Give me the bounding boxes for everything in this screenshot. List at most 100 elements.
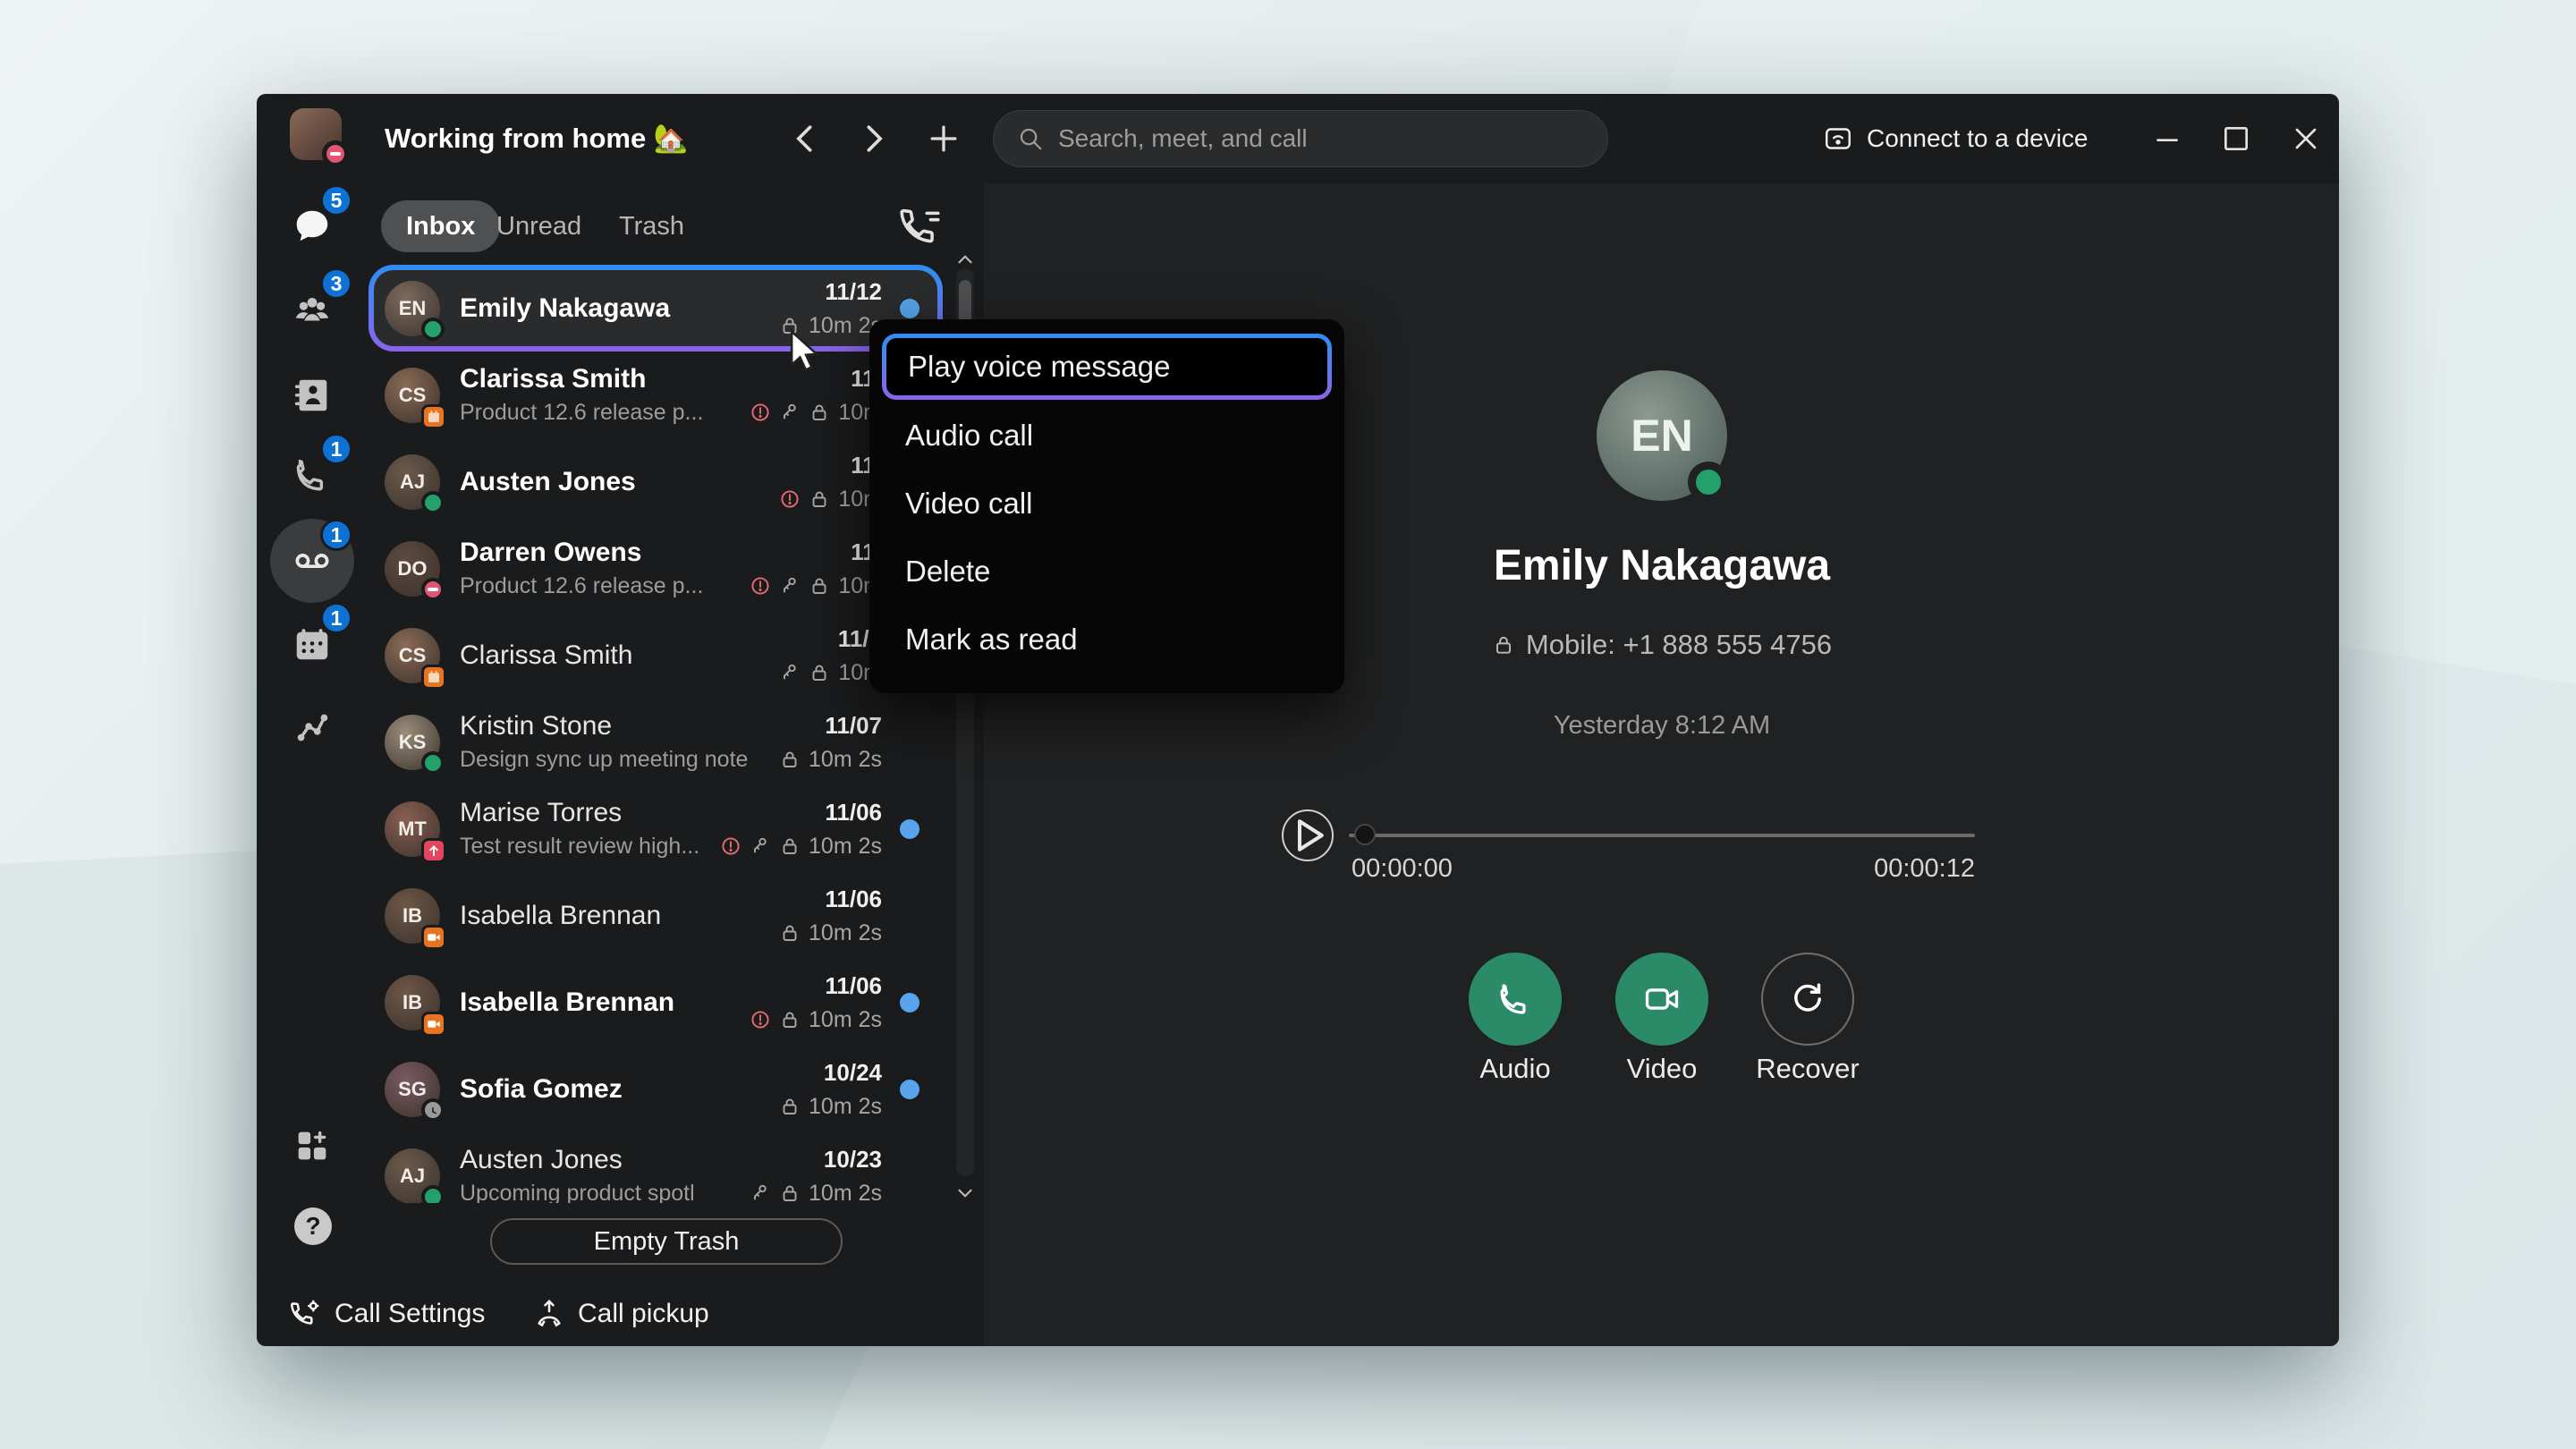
close-icon	[2286, 121, 2326, 157]
search-input[interactable]	[1058, 124, 1559, 153]
unread-dot	[900, 819, 919, 839]
avatar: CS	[385, 368, 440, 423]
call-voicemail-button[interactable]	[899, 205, 944, 250]
unread-count-badge: 5	[320, 184, 352, 216]
voicemail-row[interactable]: CSClarissa Smith11/010m	[369, 612, 943, 699]
avatar: SG	[385, 1062, 440, 1117]
scroll-up-button[interactable]	[953, 248, 977, 271]
voicemail-row[interactable]: ENEmily Nakagawa11/1210m 2s	[369, 265, 943, 352]
voicemail-duration: 10m 2s	[809, 1094, 882, 1120]
recover-call-button[interactable]	[1761, 953, 1854, 1046]
call-pickup-button[interactable]: Call pickup	[533, 1292, 709, 1335]
plus-icon	[924, 119, 963, 158]
connect-to-device-button[interactable]: Connect to a device	[1822, 94, 2089, 183]
camera-status-badge	[421, 925, 446, 950]
caller-name: Isabella Brennan	[460, 987, 764, 1018]
lock-icon	[809, 662, 830, 683]
call-settings-button[interactable]: Call Settings	[290, 1292, 485, 1335]
forward-button[interactable]	[852, 119, 892, 158]
menu-item-audio-call[interactable]: Audio call	[869, 402, 1344, 470]
menu-item-mark-as-read[interactable]: Mark as read	[869, 606, 1344, 674]
voicemail-row[interactable]: SGSofia Gomez10/2410m 2s	[369, 1046, 943, 1132]
action-label: Video	[1590, 1053, 1733, 1085]
presence-clock-badge	[421, 1098, 445, 1122]
search-bar[interactable]	[993, 110, 1608, 167]
voicemail-row[interactable]: CSClarissa SmithProduct 12.6 release p..…	[369, 352, 943, 438]
voicemail-row[interactable]: MTMarise TorresTest result review high..…	[369, 785, 943, 872]
search-icon	[1017, 125, 1044, 152]
mouse-cursor	[784, 328, 826, 375]
voicemail-row[interactable]: IBIsabella Brennan11/0610m 2s	[369, 959, 943, 1046]
profile-avatar[interactable]	[290, 108, 342, 160]
voicemail-row[interactable]: DODarren OwensProduct 12.6 release p...1…	[369, 525, 943, 612]
tab-trash[interactable]: Trash	[619, 200, 684, 252]
back-button[interactable]	[787, 119, 826, 158]
status-title: Working from home 🏡	[385, 94, 688, 183]
caller-name: Austen Jones	[460, 1145, 764, 1175]
avatar: EN	[385, 281, 440, 336]
voicemail-duration: 10m 2s	[809, 747, 882, 773]
avatar: AJ	[385, 1148, 440, 1204]
key-icon	[750, 1182, 771, 1203]
avatar: DO	[385, 541, 440, 597]
lock-icon	[779, 1096, 801, 1117]
calendar-status-badge	[421, 665, 446, 690]
voicemail-row[interactable]: AJAusten Jones11/10m	[369, 438, 943, 525]
urgent-icon	[750, 575, 771, 597]
contact-phone-label: Mobile: +1 888 555 4756	[1526, 629, 1832, 661]
voicemail-row[interactable]: KSKristin StoneDesign sync up meeting no…	[369, 699, 943, 785]
minimize-icon	[2148, 121, 2187, 157]
urgent-icon	[750, 1009, 771, 1030]
context-menu: Play voice message Audio callVideo callDe…	[869, 319, 1344, 693]
video-call-button[interactable]	[1615, 953, 1708, 1046]
caller-name: Clarissa Smith	[460, 364, 764, 394]
maximize-button[interactable]	[2216, 121, 2256, 157]
voicemail-date: 11/07	[825, 712, 882, 740]
minimize-button[interactable]	[2148, 121, 2187, 157]
playback-slider-thumb[interactable]	[1354, 824, 1376, 845]
chevron-left-icon	[787, 119, 826, 158]
urgent-icon	[720, 835, 741, 857]
caller-name: Marise Torres	[460, 798, 764, 828]
voicemail-timestamp: Yesterday 8:12 AM	[1342, 711, 1982, 741]
call-settings-label: Call Settings	[335, 1299, 485, 1329]
phone-voicemail-icon	[899, 205, 944, 250]
voicemail-duration: 10m 2s	[809, 1007, 882, 1033]
lock-icon	[779, 922, 801, 944]
scroll-down-button[interactable]	[953, 1182, 977, 1205]
menu-item-play-voice-message[interactable]: Play voice message	[886, 338, 1327, 395]
elapsed-time: 00:00:00	[1352, 854, 1453, 884]
playback-slider[interactable]	[1349, 834, 1975, 837]
desktop-background: Working from home 🏡 Connect to a device	[0, 0, 2576, 1449]
maximize-icon	[2216, 121, 2256, 157]
tab-inbox[interactable]: Inbox	[381, 200, 500, 252]
voicemail-date: 11/06	[825, 886, 882, 913]
menu-item-video-call[interactable]: Video call	[869, 470, 1344, 538]
sidebar-item-messaging[interactable]: 5	[270, 184, 354, 268]
help-button[interactable]: ?	[294, 1208, 332, 1245]
voicemail-row[interactable]: AJAusten JonesUpcoming product spotl10/2…	[369, 1132, 943, 1203]
voicemail-duration: 10m 2s	[809, 834, 882, 860]
voicemail-subject: Product 12.6 release p...	[460, 573, 764, 599]
play-button[interactable]	[1282, 809, 1334, 861]
close-button[interactable]	[2286, 121, 2326, 157]
lock-icon	[809, 488, 830, 510]
caller-name: Sofia Gomez	[460, 1074, 764, 1105]
contact-phone-row: Mobile: +1 888 555 4756	[1342, 629, 1982, 661]
voicemail-date: 11/06	[825, 972, 882, 1000]
calendar-status-badge	[421, 404, 446, 429]
audio-call-button[interactable]	[1469, 953, 1562, 1046]
voicemail-row[interactable]: IBIsabella Brennan11/0610m 2s	[369, 872, 943, 959]
key-icon	[779, 662, 801, 683]
lock-icon	[809, 402, 830, 423]
urgent-icon	[779, 488, 801, 510]
empty-trash-button[interactable]: Empty Trash	[490, 1218, 843, 1265]
caller-name: Emily Nakagawa	[460, 293, 764, 324]
presence-available-badge	[421, 751, 445, 775]
menu-item-delete[interactable]: Delete	[869, 538, 1344, 606]
add-button[interactable]	[924, 119, 963, 158]
chevron-right-icon	[852, 119, 892, 158]
contact-name: Emily Nakagawa	[1342, 541, 1982, 590]
tab-unread[interactable]: Unread	[496, 200, 581, 252]
lock-icon	[779, 749, 801, 770]
